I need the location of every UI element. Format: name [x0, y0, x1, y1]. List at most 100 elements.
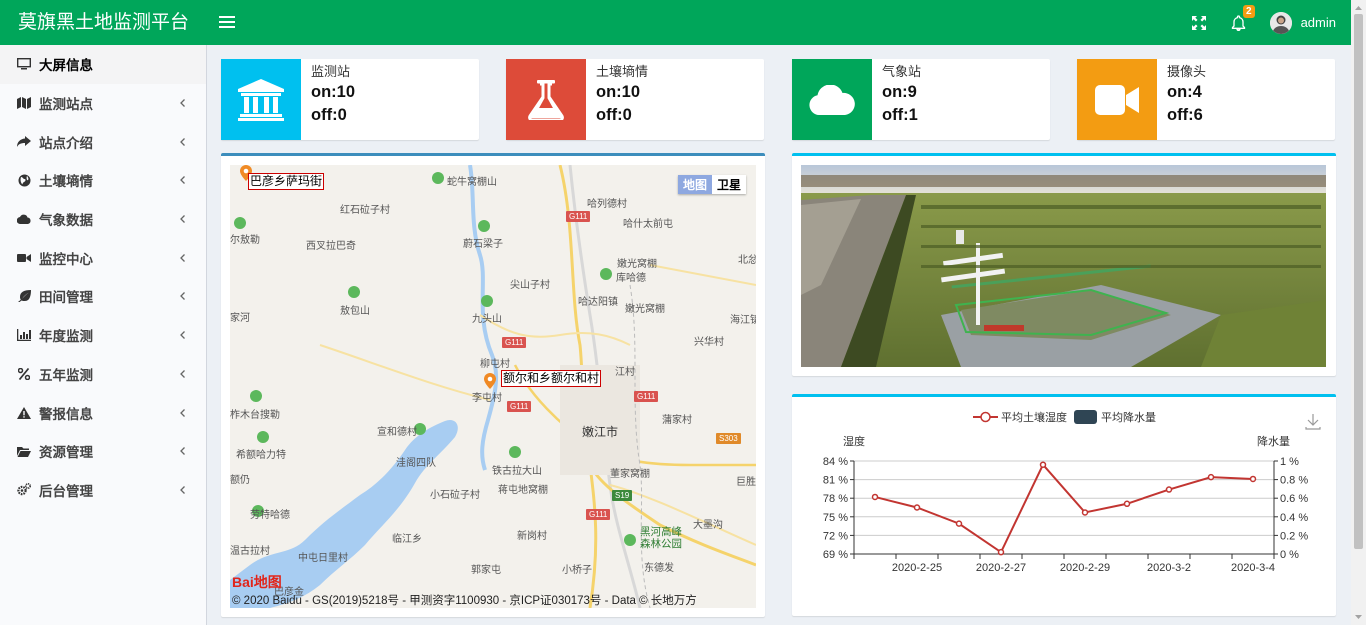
legend-rect-mark	[1074, 410, 1097, 424]
x-tick-label: 2020-2-29	[1060, 562, 1110, 574]
baidu-map[interactable]: 巴彦乡萨玛街 额尔和乡额尔和村 蛇牛窝棚山 红石砬子村 哈列德村 哈什太前屯 尔…	[230, 165, 756, 608]
map-place-label: 温古拉村	[230, 546, 270, 557]
flask-icon	[506, 59, 586, 140]
notifications-button[interactable]: 2	[1230, 4, 1255, 32]
sidebar-item-alerts[interactable]: 警报信息	[0, 393, 206, 432]
map-marker-label[interactable]: 额尔和乡额尔和村	[501, 370, 602, 387]
series-point[interactable]	[1081, 509, 1089, 516]
right-axis-title: 降水量	[1257, 434, 1290, 448]
leaf-icon	[17, 289, 31, 303]
map-place-label: 黑河高峰森林公园	[640, 526, 682, 550]
map-place-label: 哈什太前屯	[623, 219, 673, 230]
chevron-left-icon	[180, 408, 185, 417]
sidebar-item-monitoring-center[interactable]: 监控中心	[0, 238, 206, 277]
map-marker-label[interactable]: 巴彦乡萨玛街	[248, 173, 325, 190]
chevron-left-icon	[180, 253, 185, 262]
info-box-off-count: off:0	[311, 106, 347, 124]
sidebar-item-soil-moisture[interactable]: 土壤墒情	[0, 161, 206, 200]
y-left-tick-label: 75 %	[823, 512, 848, 524]
series-point[interactable]	[1249, 475, 1257, 483]
sidebar-item-resource-management[interactable]: 资源管理	[0, 432, 206, 471]
fullscreen-icon[interactable]	[1190, 14, 1208, 32]
info-box-on-count: on:10	[311, 83, 356, 101]
sidebar-item-label: 监控中心	[39, 251, 93, 267]
y-right-tick-label: 0.8 %	[1280, 475, 1308, 487]
cloud-icon	[17, 212, 31, 226]
y-left-tick-label: 69 %	[823, 549, 848, 561]
legend-item-precipitation[interactable]: 平均降水量	[1074, 410, 1156, 424]
field-photo[interactable]	[801, 165, 1326, 367]
info-box-on-count: on:10	[596, 83, 641, 101]
map-type-satellite-button[interactable]: 卫星	[711, 175, 746, 194]
map-type-map-button[interactable]: 地图	[677, 175, 712, 194]
map-place-label: 柞木台搜勒	[230, 410, 280, 421]
scroll-down-arrow-icon[interactable]	[1351, 611, 1366, 623]
vertical-scrollbar[interactable]	[1351, 0, 1366, 625]
series-point[interactable]	[871, 493, 879, 501]
road-sign: G111	[634, 391, 659, 402]
legend-circle-mark	[980, 411, 991, 423]
y-left-tick-label: 81 %	[823, 475, 848, 487]
sidebar-item-site-intro[interactable]: 站点介绍	[0, 122, 206, 161]
series-point[interactable]	[1123, 500, 1131, 508]
y-left-tick-label: 84 %	[823, 456, 848, 468]
info-box-label: 气象站	[882, 64, 922, 79]
legend-label: 平均降水量	[1101, 410, 1156, 424]
sidebar-item-label: 后台管理	[39, 483, 93, 499]
sidebar-item-five-year-monitoring[interactable]: 五年监测	[0, 355, 206, 394]
map-copyright: © 2020 Baidu - GS(2019)5218号 - 甲测资字11009…	[232, 595, 697, 607]
legend-item-soil-moisture[interactable]: 平均土壤湿度	[973, 410, 1067, 424]
download-icon[interactable]	[1305, 414, 1321, 430]
info-box-on-count: on:9	[882, 83, 917, 101]
sidebar-toggle-button[interactable]	[219, 13, 235, 33]
series-point[interactable]	[997, 548, 1005, 556]
x-tick-label: 2020-2-25	[892, 562, 942, 574]
map-place-label: 洼阁四队	[396, 458, 436, 469]
chevron-left-icon	[180, 447, 185, 456]
app-title[interactable]: 莫旗黑土地监测平台	[0, 0, 207, 45]
map-place-label: 嫩光窝棚	[625, 304, 665, 315]
map-place-label: 嫩光窝棚	[617, 259, 657, 270]
scroll-up-arrow-icon[interactable]	[1351, 2, 1366, 14]
y-left-tick-label: 72 %	[823, 530, 848, 542]
chart-axes: 84 % 1 % 81 % 0.8 % 78 % 0.6 % 75 % 0.4 % 72 % 0.…	[823, 456, 1308, 574]
cogs-icon	[17, 483, 31, 497]
avatar	[1269, 11, 1292, 34]
top-header: 莫旗黑土地监测平台 2 admin	[0, 0, 1366, 45]
share-icon	[17, 135, 31, 149]
chevron-left-icon	[180, 99, 185, 107]
sidebar-item-label: 年度监测	[39, 329, 93, 345]
map-place-label: 九头山	[472, 314, 502, 325]
series-point[interactable]	[955, 520, 963, 527]
series-point[interactable]	[1039, 461, 1047, 468]
sidebar-item-stations[interactable]: 监测站点	[0, 84, 206, 123]
chevron-left-icon	[180, 369, 185, 378]
scrollbar-thumb[interactable]	[1354, 14, 1363, 549]
sidebar-item-backend-management[interactable]: 后台管理	[0, 471, 206, 510]
user-menu[interactable]: admin	[1269, 11, 1336, 34]
cloud-icon	[792, 59, 872, 140]
info-box-label: 摄像头	[1167, 64, 1207, 79]
chevron-left-icon	[180, 292, 185, 301]
series-point[interactable]	[1207, 473, 1215, 481]
map-place-label: 李屯村	[472, 393, 502, 404]
baidu-logo: Bai地图	[232, 574, 282, 590]
y-left-tick-label: 78 %	[823, 493, 848, 505]
sidebar-item-weather-data[interactable]: 气象数据	[0, 200, 206, 239]
sidebar-item-label: 站点介绍	[39, 135, 93, 151]
sidebar-item-annual-monitoring[interactable]: 年度监测	[0, 316, 206, 355]
info-box-label: 土壤墒情	[596, 64, 649, 79]
globe-icon	[17, 173, 31, 187]
map-panel: 巴彦乡萨玛街 额尔和乡额尔和村 蛇牛窝棚山 红石砬子村 哈列德村 哈什太前屯 尔…	[221, 153, 765, 617]
map-place-label: 董家窝棚	[610, 469, 650, 480]
series-point[interactable]	[913, 504, 921, 511]
camera-photo-panel	[792, 153, 1336, 376]
map-place-label: 哈列德村	[587, 199, 627, 210]
sidebar-item-dashboard[interactable]: 大屏信息	[0, 45, 206, 84]
series-point[interactable]	[1165, 486, 1173, 493]
notification-count-badge: 2	[1243, 4, 1255, 18]
sidebar-item-field-management[interactable]: 田间管理	[0, 277, 206, 316]
road-sign: S19	[612, 490, 633, 501]
map-place-label: 宣和德村	[377, 427, 417, 438]
map-icon	[17, 96, 31, 110]
